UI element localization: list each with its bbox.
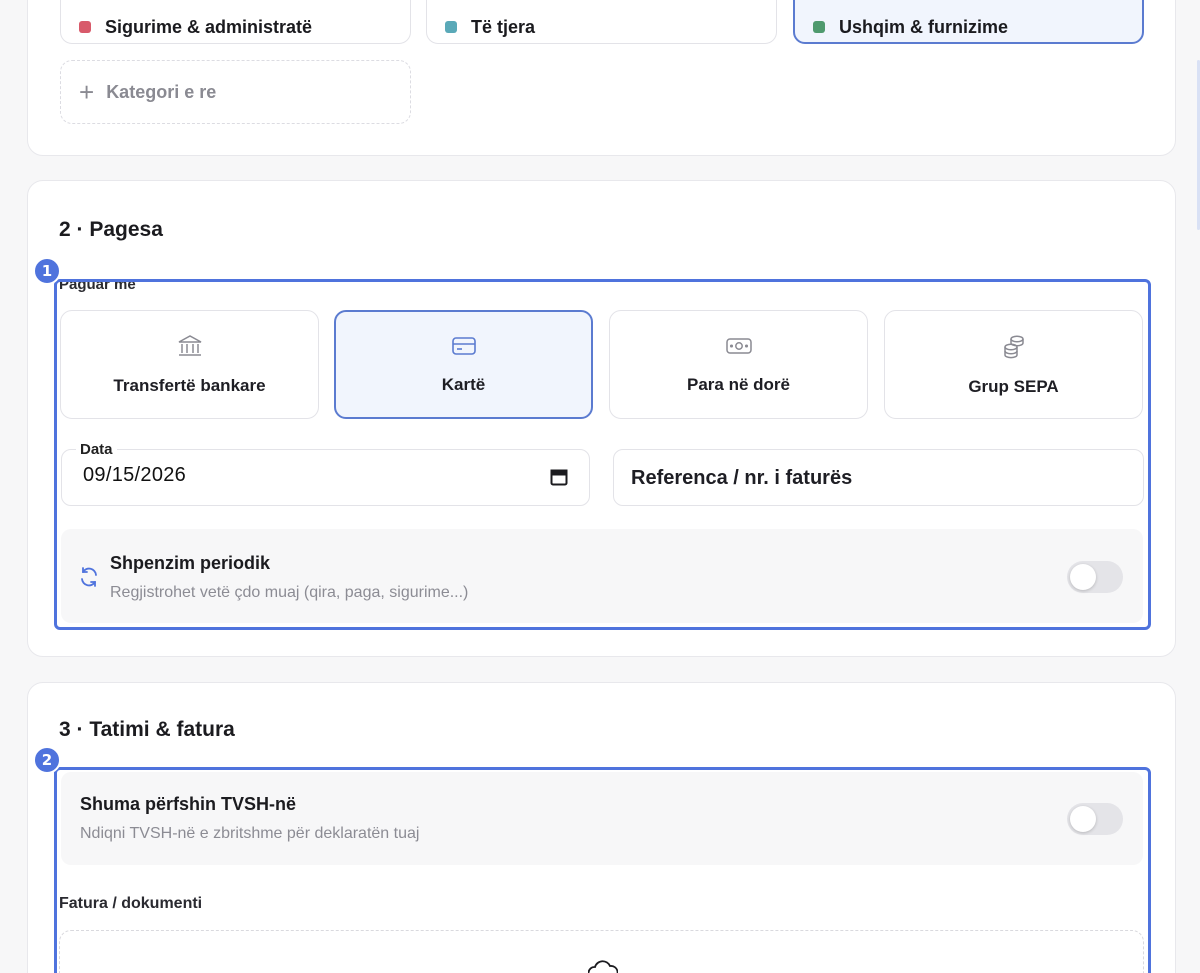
calendar-icon[interactable] [549, 467, 569, 487]
refresh-icon [81, 567, 97, 587]
payment-method-card[interactable]: Kartë [334, 310, 593, 419]
payment-method-bank-transfer[interactable]: Transfertë bankare [60, 310, 319, 419]
category-option-food[interactable]: Ushqim & furnizime [793, 0, 1144, 44]
payment-method-label: Transfertë bankare [113, 375, 266, 395]
reference-input[interactable]: Referenca / nr. i faturës [613, 449, 1144, 506]
recurring-toggle[interactable] [1067, 561, 1123, 593]
payment-method-cash[interactable]: Para në dorë [609, 310, 868, 419]
category-color-dot [813, 21, 825, 33]
date-label: Data [76, 441, 117, 458]
invoice-label: Fatura / dokumenti [59, 895, 203, 912]
new-category-button[interactable]: + Kategori e re [60, 60, 411, 124]
category-option-other[interactable]: Të tjera [426, 0, 777, 44]
vat-subtitle: Ndiqni TVSH-në e zbritshme për deklaratë… [80, 825, 420, 842]
category-color-dot [445, 21, 457, 33]
new-category-label: Kategori e re [106, 81, 217, 102]
recurring-expense-row: Shpenzim periodik Regjistrohet vetë çdo … [61, 529, 1143, 623]
paid-with-label: Paguar me [59, 276, 136, 293]
category-option-insurance[interactable]: Sigurime & administratë [60, 0, 411, 44]
card-icon [451, 336, 476, 355]
coins-icon [1003, 334, 1024, 358]
tax-section-title: 3 · Tatimi & fatura [59, 718, 235, 741]
payment-method-label: Grup SEPA [968, 376, 1059, 396]
reference-placeholder: Referenca / nr. i faturës [631, 467, 853, 489]
invoice-dropzone[interactable] [59, 930, 1144, 973]
plus-icon: + [79, 77, 95, 107]
toggle-knob [1070, 806, 1096, 832]
vat-title: Shuma përfshin TVSH-në [80, 794, 297, 814]
payment-section-title: 2 · Pagesa [59, 218, 163, 241]
toggle-knob [1070, 564, 1096, 590]
category-color-dot [79, 21, 91, 33]
cash-icon [725, 337, 752, 354]
date-value: 09/15/2026 [83, 464, 187, 486]
category-label: Sigurime & administratë [105, 16, 313, 37]
recurring-title: Shpenzim periodik [110, 553, 271, 573]
payment-method-label: Kartë [441, 374, 486, 394]
recurring-subtitle: Regjistrohet vetë çdo muaj (qira, paga, … [110, 584, 469, 601]
annotation-badge-2: 2 [33, 746, 61, 774]
annotation-badge-1: 1 [33, 257, 61, 285]
bank-icon [178, 334, 201, 356]
vat-row: Shuma përfshin TVSH-në Ndiqni TVSH-në e … [61, 772, 1143, 865]
upload-cloud-icon [588, 960, 618, 973]
date-field[interactable]: Data 09/15/2026 [61, 441, 590, 506]
payment-method-label: Para në dorë [687, 374, 790, 394]
category-label: Të tjera [471, 16, 536, 37]
payment-method-sepa[interactable]: Grup SEPA [884, 310, 1143, 419]
vat-toggle[interactable] [1067, 803, 1123, 835]
category-label: Ushqim & furnizime [839, 16, 1009, 37]
